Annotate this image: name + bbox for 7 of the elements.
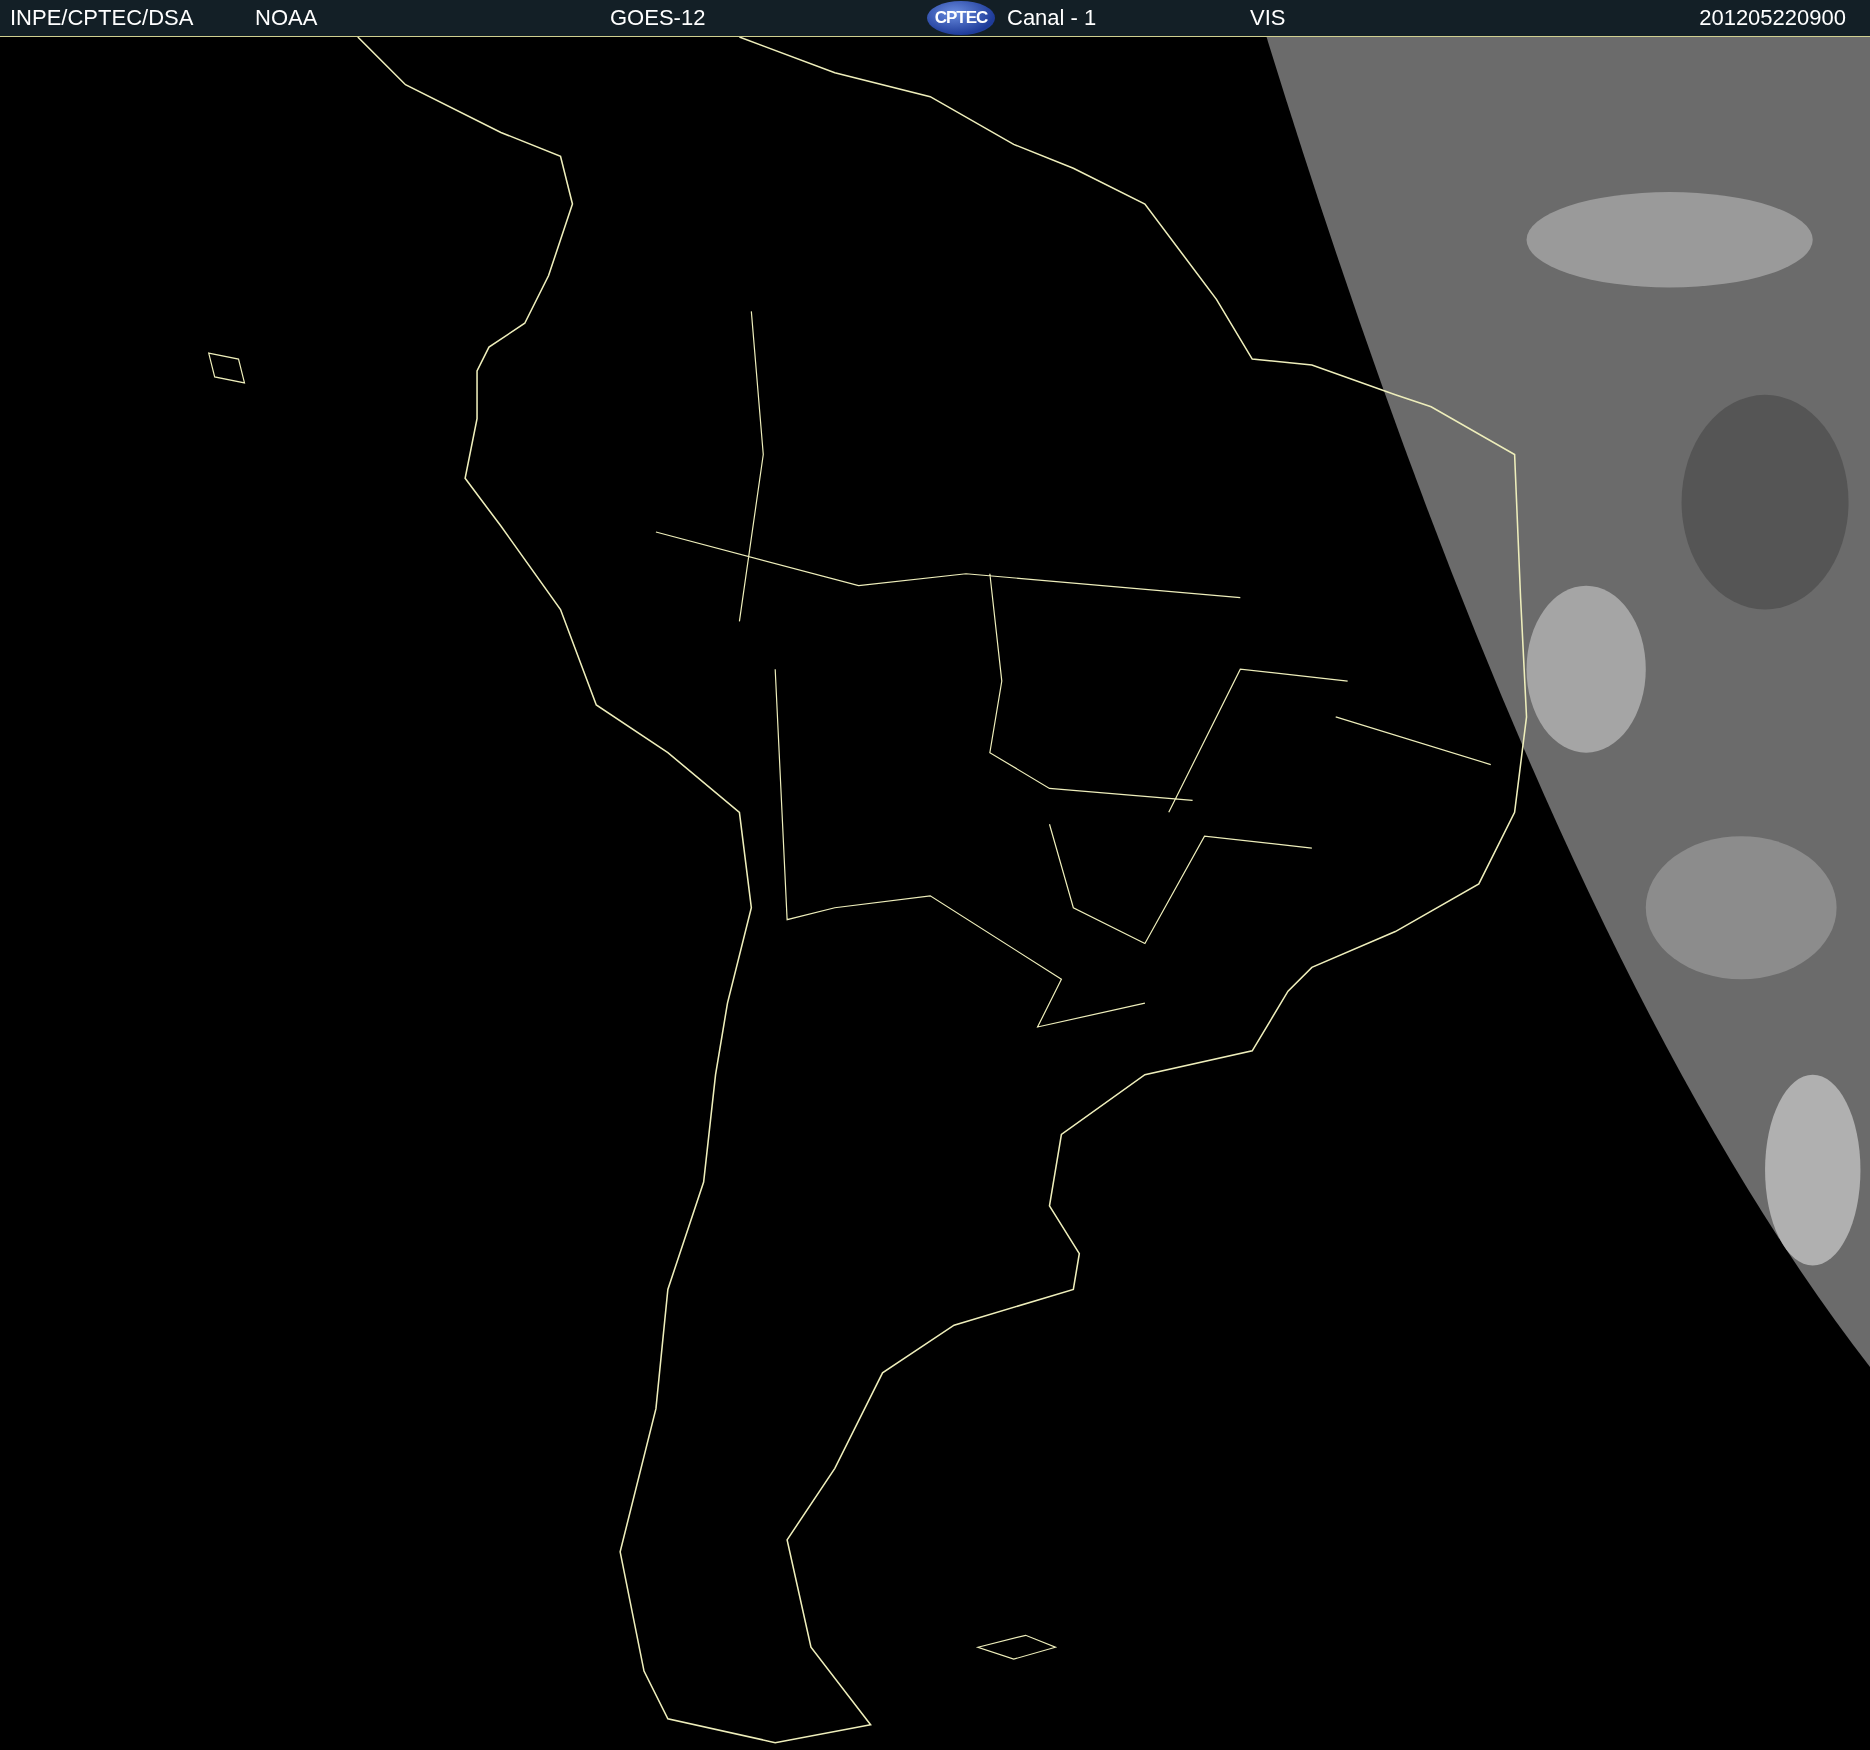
band-label: VIS xyxy=(1250,5,1287,31)
channel-label: Canal - 1 xyxy=(1007,5,1098,31)
timestamp-label: 201205220900 xyxy=(1699,5,1846,31)
satellite-label: GOES-12 xyxy=(610,5,707,31)
source-label: INPE/CPTEC/DSA xyxy=(10,5,195,31)
logo: CPTEC xyxy=(927,1,995,35)
agency-label: NOAA xyxy=(255,5,319,31)
